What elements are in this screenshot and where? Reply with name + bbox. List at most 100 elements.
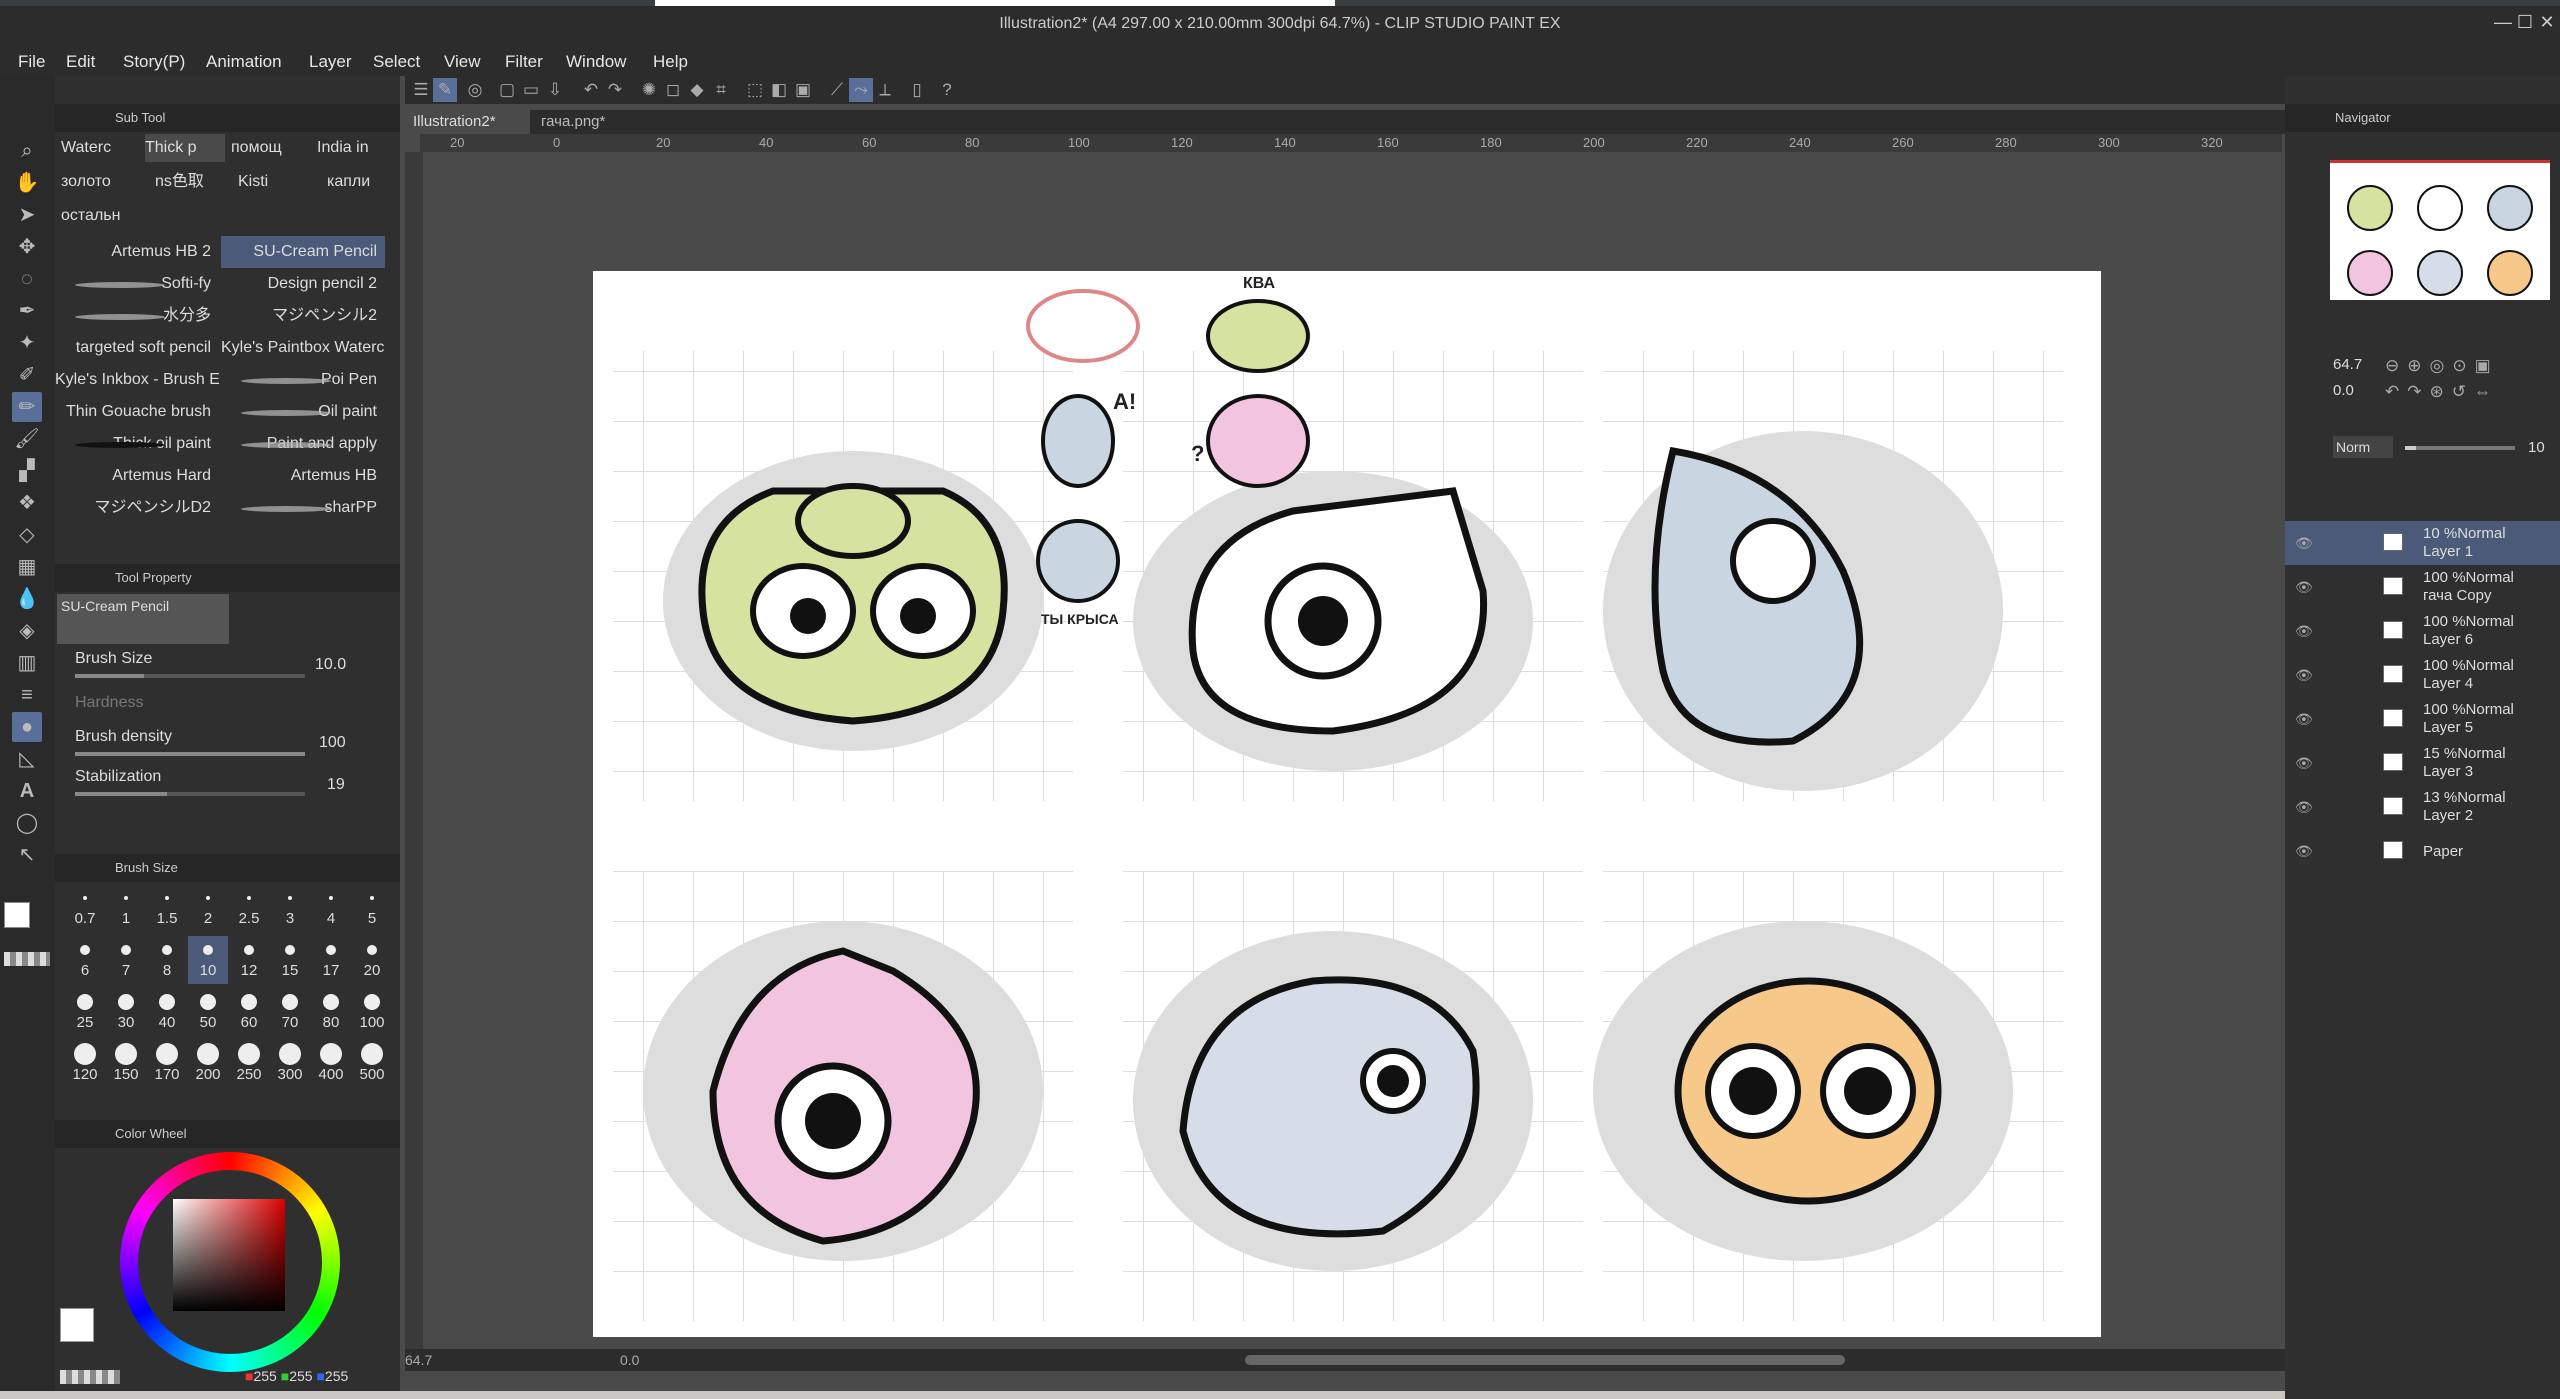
text-icon[interactable]: A [12, 776, 42, 806]
brush-size-option[interactable]: 10 [188, 936, 228, 984]
layer-row[interactable]: 👁 13 %Normal Layer 2 [2285, 785, 2560, 829]
redo-icon[interactable]: ↷ [603, 78, 627, 102]
brush-size-option[interactable]: 150 [106, 1040, 146, 1088]
zoom-readout[interactable]: 64.7 [405, 1352, 432, 1368]
brush-item[interactable]: sharPP [221, 492, 385, 524]
snap-ruler-icon[interactable]: ⟋ [825, 78, 849, 102]
menu-edit[interactable]: Edit [66, 52, 95, 72]
brush-size-option[interactable]: 2 [188, 884, 228, 932]
menu-layer[interactable]: Layer [309, 52, 352, 72]
brush-size-option[interactable]: 120 [65, 1040, 105, 1088]
brush-item[interactable]: SU-Cream Pencil [221, 236, 385, 268]
menu-view[interactable]: View [444, 52, 481, 72]
eraser-icon[interactable]: ◇ [12, 520, 42, 550]
group-zoloto[interactable]: золото [61, 168, 141, 196]
brush-item[interactable]: Kyle's Inkbox - Brush E [55, 364, 219, 396]
layer-row[interactable]: 👁 100 %Normal Layer 5 [2285, 697, 2560, 741]
brush-size-option[interactable]: 80 [311, 988, 351, 1036]
nav-angle[interactable]: 0.0 [2333, 382, 2354, 399]
spinner-icon[interactable]: ✺ [637, 78, 661, 102]
brush-size-option[interactable]: 8 [147, 936, 187, 984]
brush-item[interactable]: Thick oil paint [55, 428, 219, 460]
brush-size-option[interactable]: 400 [311, 1040, 351, 1088]
correct-line-icon[interactable]: ↖ [12, 840, 42, 870]
open-folder-icon[interactable]: ▭ [519, 78, 543, 102]
snap-special-icon[interactable]: ⤳ [849, 78, 873, 102]
brush-item[interactable]: Thin Gouache brush [55, 396, 219, 428]
brush-size-option[interactable]: 50 [188, 988, 228, 1036]
brush-size-slider[interactable] [75, 674, 305, 678]
brush-item[interactable]: Softi-fy [55, 268, 219, 300]
airbrush-icon[interactable]: ▞ [12, 456, 42, 486]
group-ns[interactable]: ns色取 [155, 168, 235, 196]
save-icon[interactable]: ⇩ [543, 78, 567, 102]
brush-size-value[interactable]: 10.0 [315, 656, 346, 674]
pencil-icon[interactable]: ✏ [12, 392, 42, 422]
lasso-icon[interactable]: ◌ [12, 264, 42, 294]
brush-size-option[interactable]: 3 [270, 884, 310, 932]
eye-icon[interactable]: 👁 [2295, 711, 2313, 728]
fill-bucket-icon[interactable]: ◈ [12, 616, 42, 646]
operation-icon[interactable]: ➤ [12, 200, 42, 230]
layer-row[interactable]: 👁 10 %Normal Layer 1 [2285, 521, 2560, 565]
eye-icon[interactable]: 👁 [2295, 623, 2313, 640]
eye-icon[interactable]: 👁 [2295, 579, 2313, 596]
new-file-icon[interactable]: ▢ [495, 78, 519, 102]
figure-icon[interactable]: ≡ [12, 680, 42, 710]
brush-size-option[interactable]: 25 [65, 988, 105, 1036]
ruler-icon[interactable]: ◺ [12, 744, 42, 774]
eye-icon[interactable]: 👁 [2295, 755, 2313, 772]
brush-size-option[interactable]: 20 [352, 936, 392, 984]
crop-icon[interactable]: ⬚ [743, 78, 767, 102]
brush-item[interactable]: targeted soft pencil [55, 332, 219, 364]
stabilization-value[interactable]: 19 [327, 776, 345, 794]
eyedropper-icon[interactable]: ✒ [12, 296, 42, 326]
transform-icon[interactable]: ⌗ [709, 78, 733, 102]
pen-icon[interactable]: ✐ [12, 360, 42, 390]
menu-animation[interactable]: Animation [206, 52, 282, 72]
group-kisti[interactable]: Kisti [238, 168, 318, 196]
move-icon[interactable]: ✥ [12, 232, 42, 262]
undo-icon[interactable]: ↶ [579, 78, 603, 102]
brush-size-option[interactable]: 30 [106, 988, 146, 1036]
brush-size-option[interactable]: 2.5 [229, 884, 269, 932]
brush-item[interactable]: Paint and apply [221, 428, 385, 460]
close-icon[interactable]: ✕ [2534, 12, 2560, 33]
layer-opacity-slider[interactable] [2405, 446, 2515, 450]
frame-icon[interactable]: ▦ [12, 552, 42, 582]
brush-size-option[interactable]: 5 [352, 884, 392, 932]
menu-story[interactable]: Story(P) [123, 52, 185, 72]
brush-item[interactable]: Kyle's Paintbox Waterco [221, 332, 385, 364]
menu-select[interactable]: Select [373, 52, 420, 72]
brush-size-option[interactable]: 100 [352, 988, 392, 1036]
brush-size-option[interactable]: 60 [229, 988, 269, 1036]
group-india[interactable]: India in [317, 134, 397, 162]
current-color-swatch[interactable] [60, 1308, 94, 1342]
brush-size-option[interactable]: 1 [106, 884, 146, 932]
brush-item[interactable]: Artemus HB 2 [55, 236, 219, 268]
brush-size-option[interactable]: 500 [352, 1040, 392, 1088]
help-icon[interactable]: ? [935, 78, 959, 102]
brush-size-option[interactable]: 200 [188, 1040, 228, 1088]
clear-icon[interactable]: ◻ [661, 78, 685, 102]
brush-item[interactable]: Oil paint [221, 396, 385, 428]
horizontal-scrollbar[interactable] [1245, 1355, 1845, 1365]
eye-icon[interactable]: 👁 [2295, 535, 2313, 552]
group-ostalnoe[interactable]: остальн [61, 202, 141, 230]
eye-icon[interactable]: 👁 [2295, 799, 2313, 816]
tab-illustration2[interactable]: Illustration2* [405, 110, 530, 134]
brush-item[interactable]: Poi Pen [221, 364, 385, 396]
brush-item[interactable]: マジペンシルD2 [55, 492, 219, 524]
menu-file[interactable]: File [18, 52, 45, 72]
fill-icon[interactable]: ◆ [685, 78, 709, 102]
shape-icon[interactable]: ● [12, 712, 42, 742]
hand-icon[interactable]: ✋ [12, 168, 42, 198]
tab-gacha[interactable]: гача.png* [533, 110, 663, 134]
blend-icon[interactable]: 💧 [12, 584, 42, 614]
navigator-preview[interactable] [2330, 160, 2550, 300]
transparent-swatch[interactable] [4, 952, 50, 966]
layer-row[interactable]: 👁 15 %Normal Layer 3 [2285, 741, 2560, 785]
brush-size-option[interactable]: 0.7 [65, 884, 105, 932]
brush-item[interactable]: Artemus HB [221, 460, 385, 492]
brush-size-option[interactable]: 1.5 [147, 884, 187, 932]
